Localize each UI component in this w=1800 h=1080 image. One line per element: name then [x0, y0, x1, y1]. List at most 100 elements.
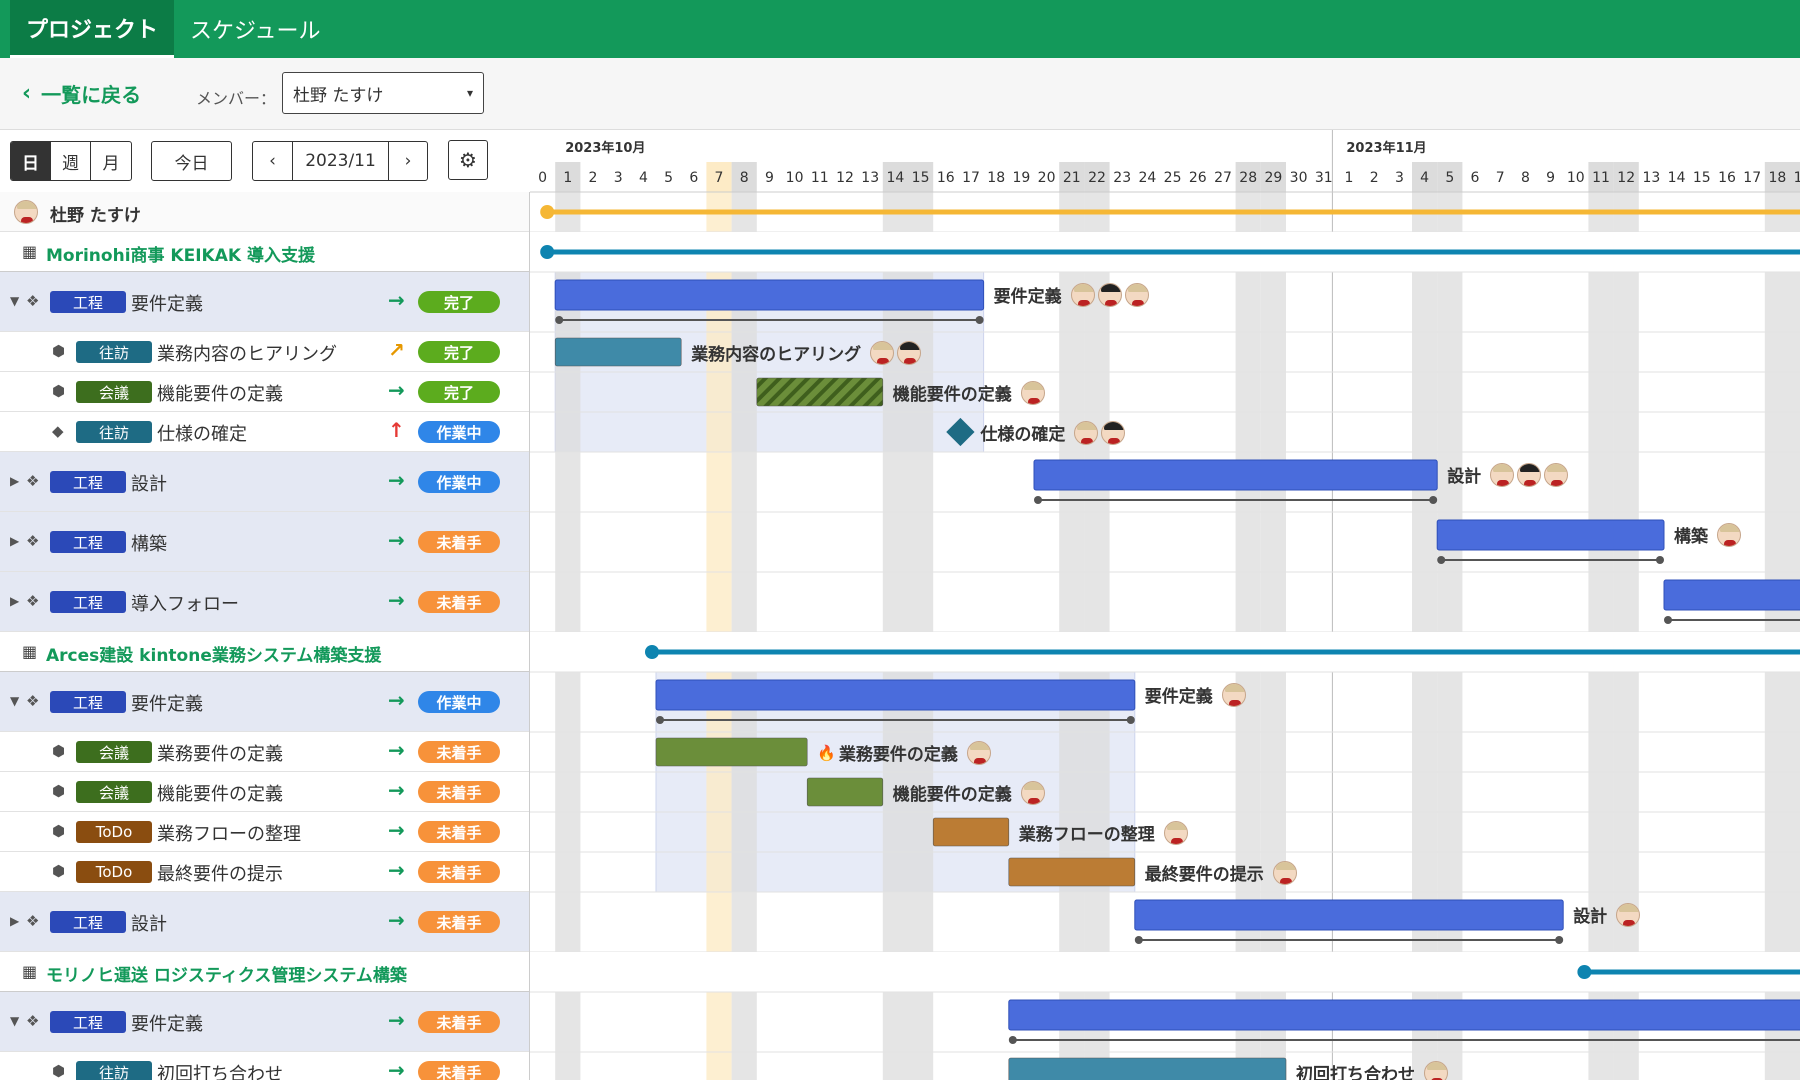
gantt-bar[interactable]: [1008, 857, 1136, 887]
day-label: 29: [1264, 170, 1282, 186]
fire-icon: 🔥: [817, 743, 836, 762]
status-badge[interactable]: 未着手: [418, 821, 500, 843]
task-row[interactable]: ⬢ ToDo 最終要件の提示 → 未着手: [0, 852, 529, 892]
today-button[interactable]: 今日: [151, 141, 232, 181]
task-row[interactable]: ⬢ ToDo 業務フローの整理 → 未着手: [0, 812, 529, 852]
task-row[interactable]: ▶ ❖ 工程 設計 → 作業中: [0, 452, 529, 512]
member-select[interactable]: 杜野 たすけ ▾: [282, 72, 484, 114]
next-month-button[interactable]: ›: [389, 142, 427, 180]
type-badge: 工程: [50, 911, 126, 933]
gantt-bar-text: 構築: [1674, 527, 1708, 547]
day-label: 6: [689, 170, 698, 186]
gantt-bar[interactable]: [1436, 519, 1665, 551]
progress-dot: [1008, 1036, 1017, 1044]
day-label: 30: [1290, 170, 1308, 186]
avatar: [1124, 282, 1149, 307]
gantt-bar-text: 最終要件の提示: [1144, 865, 1264, 885]
avatar: [1163, 820, 1188, 845]
view-mode-toggle: 日 週 月: [10, 141, 132, 181]
back-to-list-link[interactable]: ‹ 一覧に戻る: [22, 79, 141, 108]
avatar: [897, 340, 922, 365]
gantt-bar[interactable]: [1134, 899, 1564, 931]
project-name[interactable]: Morinohi商事 KEIKAK 導入支援: [46, 241, 315, 266]
gantt-bar[interactable]: [655, 679, 1136, 711]
task-name: 業務内容のヒアリング: [157, 344, 337, 365]
gantt-canvas: 2023年10月 2023年11月0 1 2 3 4 5 6 7 8 9 10 11 12 13 14 15 16…: [530, 130, 1800, 1080]
grid-icon: ▦: [22, 642, 38, 661]
status-badge[interactable]: 完了: [418, 341, 500, 363]
status-badge[interactable]: 作業中: [418, 471, 500, 493]
project-summary-dot: [645, 645, 659, 659]
gantt-bar-text: 初回打ち合わせ: [1296, 1065, 1415, 1080]
status-badge[interactable]: 未着手: [418, 741, 500, 763]
progress-dot: [1134, 936, 1143, 944]
task-row[interactable]: ▼ ❖ 工程 要件定義 → 作業中: [0, 672, 529, 732]
status-badge[interactable]: 完了: [418, 381, 500, 403]
expand-toggle-icon[interactable]: ▶: [10, 914, 19, 928]
status-badge[interactable]: 未着手: [418, 1011, 500, 1033]
expand-toggle-icon[interactable]: ▼: [10, 1014, 19, 1028]
task-row[interactable]: ⬢ 往訪 初回打ち合わせ → 未着手: [0, 1052, 529, 1080]
view-week-button[interactable]: 週: [51, 142, 91, 180]
gantt-bar[interactable]: [655, 737, 808, 767]
gantt-bar[interactable]: [806, 777, 884, 807]
back-label: 一覧に戻る: [41, 83, 142, 107]
task-row[interactable]: ▼ ❖ 工程 要件定義 → 完了: [0, 272, 529, 332]
status-badge[interactable]: 作業中: [418, 421, 500, 443]
project-name[interactable]: Arces建設 kintone業務システム構築支援: [46, 641, 381, 666]
status-badge[interactable]: 完了: [418, 291, 500, 313]
gantt-bar[interactable]: [554, 337, 682, 367]
tab-project[interactable]: プロジェクト: [10, 0, 175, 58]
settings-button[interactable]: ⚙: [448, 140, 488, 180]
expand-toggle-icon[interactable]: ▶: [10, 474, 19, 488]
priority-arrow-icon: →: [388, 528, 405, 552]
status-badge[interactable]: 未着手: [418, 861, 500, 883]
status-badge[interactable]: 未着手: [418, 1061, 500, 1080]
gantt-bar[interactable]: [1033, 459, 1438, 491]
task-row[interactable]: ◆ 往訪 仕様の確定 ↑ 作業中: [0, 412, 529, 452]
task-row[interactable]: ⬢ 会議 業務要件の定義 → 未着手: [0, 732, 529, 772]
expand-toggle-icon[interactable]: ▼: [10, 694, 19, 708]
prev-month-button[interactable]: ‹: [253, 142, 293, 180]
task-row[interactable]: ⬢ 会議 機能要件の定義 → 未着手: [0, 772, 529, 812]
task-row[interactable]: ▶ ❖ 工程 構築 → 未着手: [0, 512, 529, 572]
gantt-chart: 2023年10月 2023年11月 0 1 2 3 4 5 6 7 8 9 10 11 12 13 14 15 16…: [530, 130, 1800, 1080]
gantt-bar[interactable]: [1008, 1057, 1287, 1080]
day-label: 12: [836, 170, 854, 186]
task-row[interactable]: ▶ ❖ 工程 設計 → 未着手: [0, 892, 529, 952]
project-row[interactable]: ▦ モリノヒ運送 ロジスティクス管理システム構築: [0, 952, 529, 992]
project-row[interactable]: ▦ Morinohi商事 KEIKAK 導入支援: [0, 232, 529, 272]
gantt-bar-text: 機能要件の定義: [892, 385, 1012, 405]
expand-toggle-icon[interactable]: ▼: [10, 294, 19, 308]
user-row[interactable]: 杜野 たすけ: [0, 192, 529, 232]
expand-toggle-icon[interactable]: ▶: [10, 534, 19, 548]
task-row[interactable]: ⬢ 往訪 業務内容のヒアリング ↗ 完了: [0, 332, 529, 372]
project-name[interactable]: モリノヒ運送 ロジスティクス管理システム構築: [46, 961, 407, 986]
tab-schedule[interactable]: スケジュール: [174, 0, 336, 58]
task-row[interactable]: ▼ ❖ 工程 要件定義 → 未着手: [0, 992, 529, 1052]
type-badge: 工程: [50, 1011, 126, 1033]
gantt-bar[interactable]: [932, 817, 1010, 847]
status-badge[interactable]: 作業中: [418, 691, 500, 713]
view-month-button[interactable]: 月: [91, 142, 131, 180]
status-badge[interactable]: 未着手: [418, 591, 500, 613]
status-badge[interactable]: 未着手: [418, 531, 500, 553]
gantt-bar[interactable]: [1663, 579, 1800, 611]
gantt-bar[interactable]: [756, 377, 884, 407]
gantt-bar[interactable]: [554, 279, 985, 311]
progress-dot: [1126, 716, 1135, 724]
type-badge: 工程: [50, 531, 126, 553]
type-badge: 会議: [76, 781, 152, 803]
avatar: [14, 200, 38, 224]
status-badge[interactable]: 未着手: [418, 911, 500, 933]
project-row[interactable]: ▦ Arces建設 kintone業務システム構築支援: [0, 632, 529, 672]
task-row[interactable]: ⬢ 会議 機能要件の定義 → 完了: [0, 372, 529, 412]
view-toolbar: 日 週 月 今日 ‹ 2023/11 › ⚙: [0, 130, 530, 192]
month-label: 2023年11月: [1346, 140, 1426, 156]
expand-toggle-icon[interactable]: ▶: [10, 594, 19, 608]
view-day-button[interactable]: 日: [11, 142, 51, 180]
status-badge[interactable]: 未着手: [418, 781, 500, 803]
gantt-bar[interactable]: [1008, 999, 1800, 1031]
priority-arrow-icon: →: [388, 738, 405, 762]
task-row[interactable]: ▶ ❖ 工程 導入フォロー → 未着手: [0, 572, 529, 632]
